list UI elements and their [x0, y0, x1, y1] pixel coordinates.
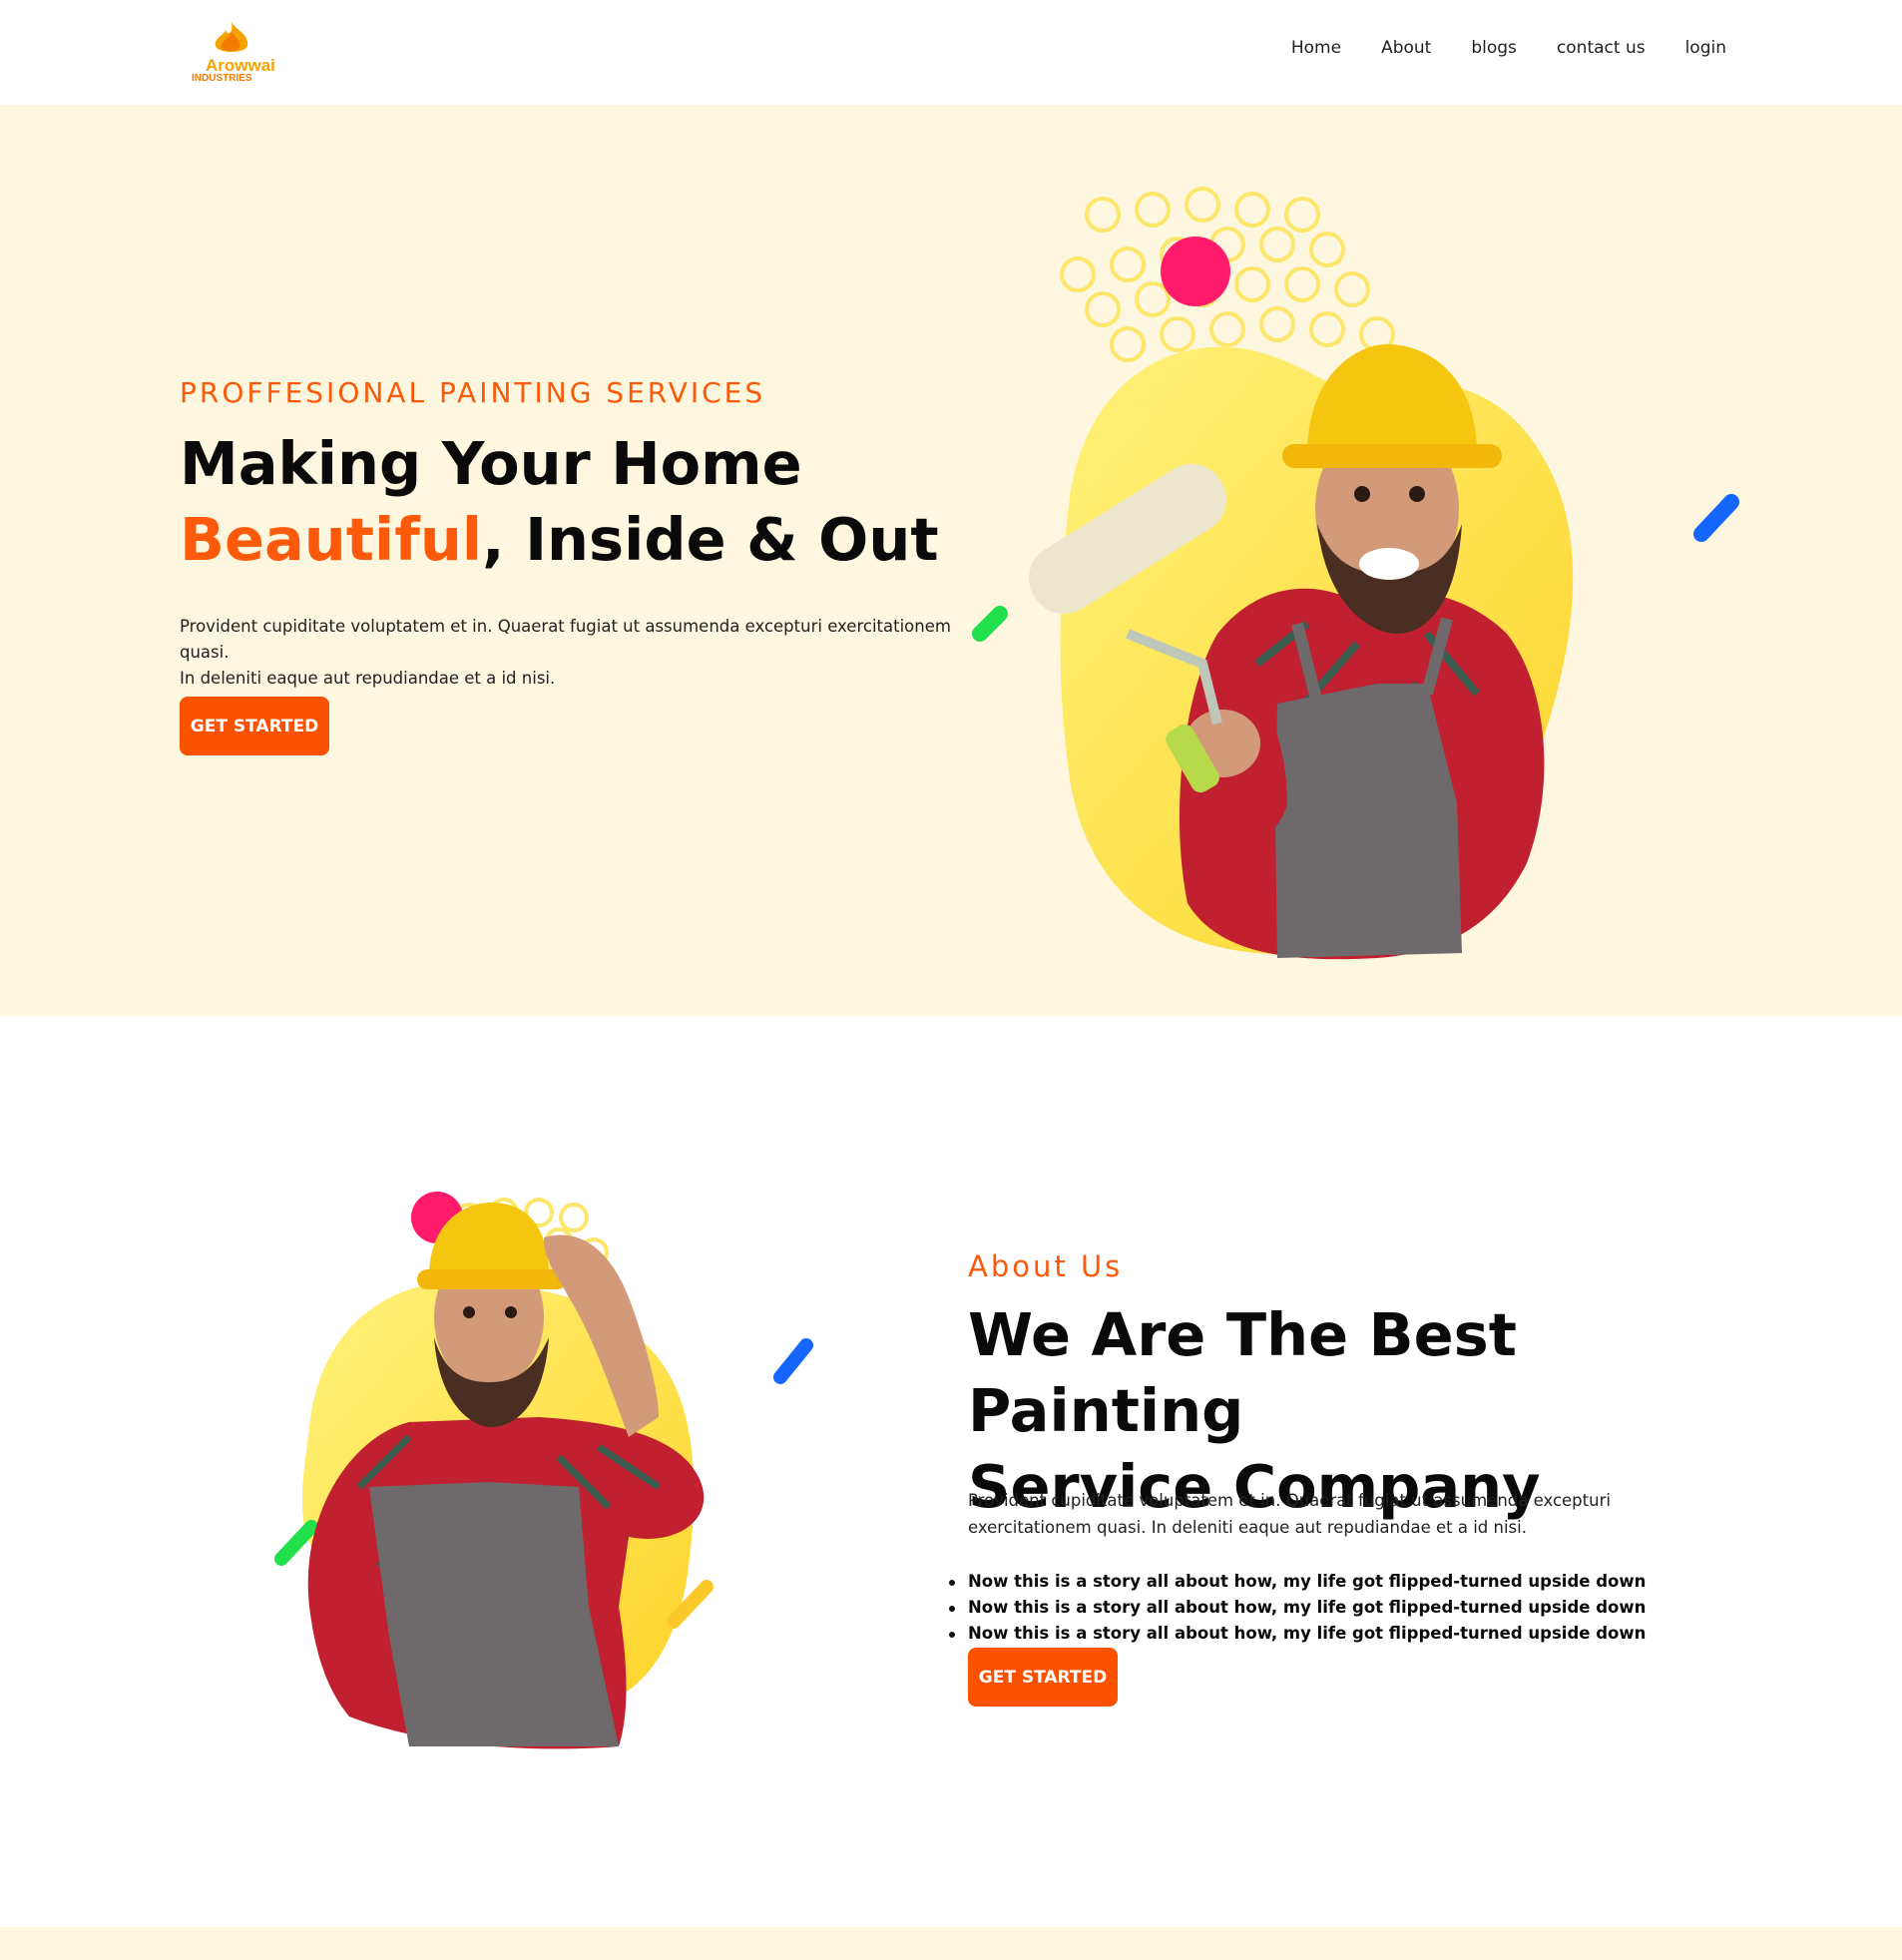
hero-description: Provident cupiditate voluptatem et in. Q…: [180, 614, 958, 692]
about-title-line1: We Are The Best Painting: [968, 1300, 1517, 1445]
hero-title-accent: Beautiful: [180, 505, 483, 574]
logo[interactable]: Arowwai INDUSTRIES: [188, 22, 277, 84]
nav-login[interactable]: login: [1685, 38, 1726, 58]
painter-about-illustration: [274, 1192, 813, 1749]
navbar: Arowwai INDUSTRIES Home About blogs cont…: [0, 0, 1902, 105]
hero-title-line1: Making Your Home: [180, 429, 802, 498]
next-section-band: [0, 1927, 1902, 1960]
painter-hero-illustration: [972, 187, 1739, 960]
nav-contact[interactable]: contact us: [1557, 38, 1646, 58]
logo-subtext: INDUSTRIES: [192, 73, 252, 84]
hero-title: Making Your Home Beautiful, Inside & Out: [180, 426, 939, 578]
about-description: Provident cupiditate voluptatem et in. Q…: [968, 1491, 1611, 1537]
hero-subtitle: PROFFESIONAL PAINTING SERVICES: [180, 376, 766, 409]
about-subtitle: About Us: [968, 1249, 1124, 1283]
list-item: Now this is a story all about how, my li…: [948, 1569, 1646, 1595]
nav-home[interactable]: Home: [1291, 38, 1341, 58]
list-item: Now this is a story all about how, my li…: [948, 1595, 1646, 1621]
nav-about[interactable]: About: [1381, 38, 1431, 58]
nav-links: Home About blogs contact us login: [1251, 38, 1726, 58]
about-get-started-button[interactable]: GET STARTED: [968, 1648, 1118, 1707]
nav-blogs[interactable]: blogs: [1471, 38, 1517, 58]
list-item: Now this is a story all about how, my li…: [948, 1621, 1646, 1647]
hero-get-started-button[interactable]: GET STARTED: [180, 697, 329, 755]
about-list: Now this is a story all about how, my li…: [948, 1569, 1646, 1647]
logo-flame-icon: [215, 22, 248, 52]
hero-title-rest: , Inside & Out: [482, 505, 939, 574]
hero-section: PROFFESIONAL PAINTING SERVICES Making Yo…: [0, 105, 1902, 1016]
hero-description-line2: In deleniti eaque aut repudiandae et a i…: [180, 669, 556, 688]
hero-description-line1: Provident cupiditate voluptatem et in. Q…: [180, 617, 951, 662]
